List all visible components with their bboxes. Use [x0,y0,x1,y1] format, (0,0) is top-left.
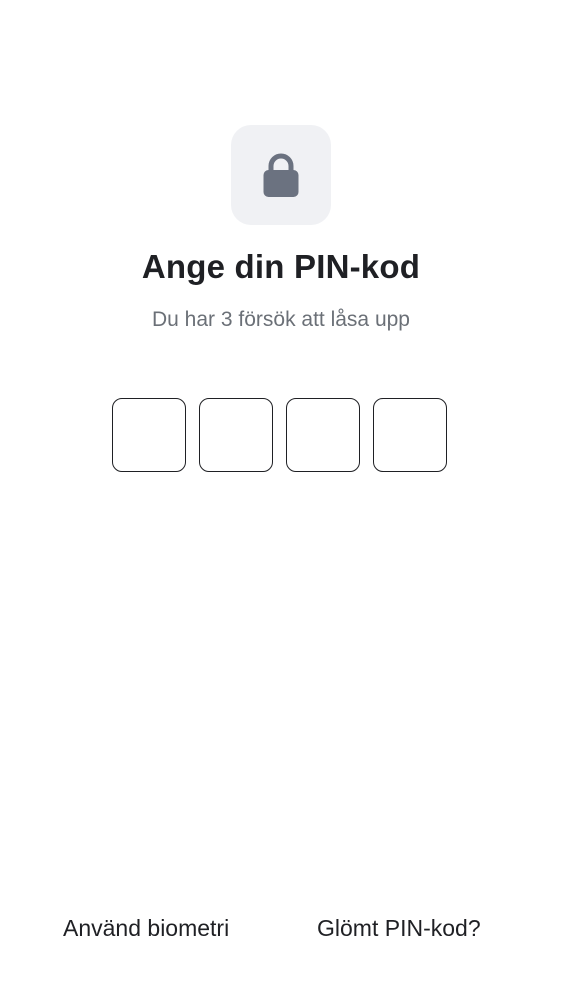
pin-digit-2[interactable] [199,398,273,472]
page-title: Ange din PIN-kod [141,248,421,285]
use-biometrics-button[interactable]: Använd biometri [63,915,229,942]
lock-badge [231,125,331,225]
forgot-pin-button[interactable]: Glömt PIN-kod? [317,915,481,942]
attempts-remaining-text: Du har 3 försök att låsa upp [152,308,410,331]
pin-digit-3[interactable] [286,398,360,472]
pin-digit-4[interactable] [373,398,447,472]
pin-digit-1[interactable] [112,398,186,472]
pin-lock-screen: Ange din PIN-kod Du har 3 försök att lås… [0,0,562,1000]
lock-icon [263,153,299,197]
pin-input-group [112,398,452,474]
